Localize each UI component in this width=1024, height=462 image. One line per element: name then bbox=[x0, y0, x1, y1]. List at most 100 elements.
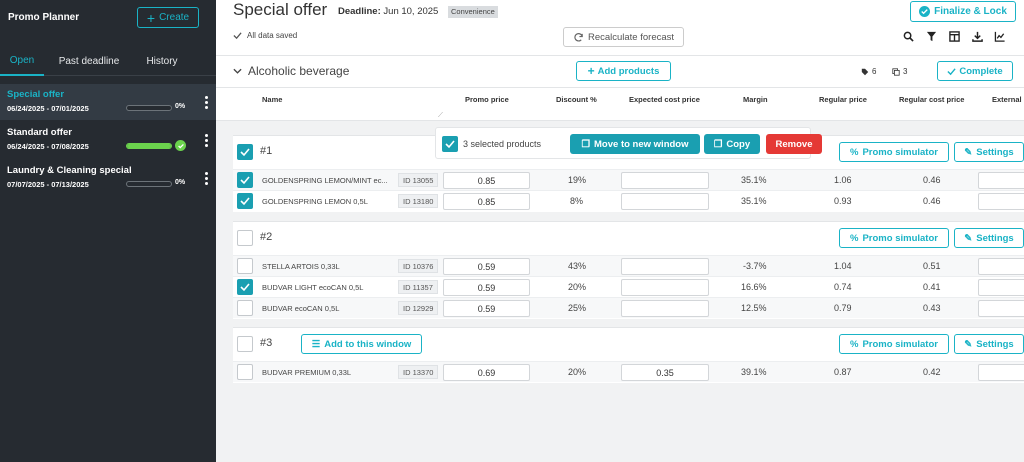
column-header-promo-price[interactable]: Promo price bbox=[465, 95, 509, 104]
expected-cost-input[interactable] bbox=[621, 258, 709, 275]
promo-item[interactable]: Laundry & Cleaning special 07/07/2025 - … bbox=[0, 160, 216, 196]
tab-open[interactable]: Open bbox=[0, 46, 44, 76]
settings-button[interactable]: ✎ Settings bbox=[954, 334, 1024, 354]
product-id: ID 10376 bbox=[398, 259, 439, 273]
create-button[interactable]: + Create bbox=[137, 7, 199, 28]
app-title: Promo Planner bbox=[8, 12, 80, 23]
copy-label: Copy bbox=[726, 138, 751, 150]
expected-cost-input[interactable] bbox=[621, 279, 709, 296]
promo-simulator-button[interactable]: % Promo simulator bbox=[839, 142, 949, 162]
settings-button[interactable]: ✎ Settings bbox=[954, 228, 1024, 248]
complete-button[interactable]: Complete bbox=[937, 61, 1013, 81]
check-circle-icon bbox=[919, 6, 931, 17]
add-products-button[interactable]: + Add products bbox=[576, 61, 671, 81]
section-toggle[interactable]: Alcoholic beverage bbox=[233, 64, 349, 78]
settings-button[interactable]: ✎ Settings bbox=[954, 142, 1024, 162]
more-options-icon[interactable] bbox=[205, 134, 209, 147]
deadline: Deadline: Jun 10, 2025 bbox=[338, 6, 438, 17]
promo-dates: 06/24/2025 - 07/01/2025 bbox=[7, 104, 89, 113]
external-input[interactable] bbox=[978, 172, 1024, 189]
discount-value: 20% bbox=[568, 367, 587, 377]
expected-cost-input[interactable] bbox=[621, 172, 709, 189]
promo-item[interactable]: Standard offer 06/24/2025 - 07/08/2025 bbox=[0, 122, 216, 158]
promo-price-input[interactable]: 0.59 bbox=[443, 258, 530, 275]
tab-past-deadline[interactable]: Past deadline bbox=[44, 46, 134, 76]
product-name: BUDVAR LIGHT ecoCAN 0,5L bbox=[262, 283, 364, 292]
promo-price-input[interactable]: 0.85 bbox=[443, 172, 530, 189]
product-id: ID 13055 bbox=[398, 173, 439, 187]
selection-checkbox[interactable] bbox=[442, 136, 458, 152]
column-header-regular-price[interactable]: Regular price bbox=[819, 95, 867, 104]
column-header-margin[interactable]: Margin bbox=[743, 95, 768, 104]
tab-history[interactable]: History bbox=[134, 46, 190, 76]
more-options-icon[interactable] bbox=[205, 172, 209, 185]
progress-percent: 0% bbox=[175, 103, 186, 110]
remove-button[interactable]: Remove bbox=[766, 134, 822, 154]
row-checkbox[interactable] bbox=[237, 193, 253, 209]
copy-icon: ❐ bbox=[713, 138, 723, 150]
column-header-external[interactable]: External bbox=[992, 95, 1022, 104]
search-icon[interactable] bbox=[902, 30, 914, 42]
chevron-down-icon bbox=[233, 68, 242, 74]
regular-cost-value: 0.43 bbox=[923, 303, 941, 313]
product-name: GOLDENSPRING LEMON 0,5L bbox=[262, 197, 368, 206]
promo-dates: 07/07/2025 - 07/13/2025 bbox=[7, 180, 89, 189]
row-checkbox[interactable] bbox=[237, 364, 253, 380]
row-checkbox[interactable] bbox=[237, 172, 253, 188]
promo-simulator-label: Promo simulator bbox=[862, 338, 938, 350]
column-header-expected-cost[interactable]: Expected cost price bbox=[629, 95, 700, 104]
regular-price-value: 1.06 bbox=[834, 175, 852, 185]
column-header-regular-cost[interactable]: Regular cost price bbox=[899, 95, 964, 104]
margin-value: -3.7% bbox=[743, 261, 767, 271]
external-input[interactable] bbox=[978, 258, 1024, 275]
promo-price-input[interactable]: 0.69 bbox=[443, 364, 530, 381]
finalize-lock-button[interactable]: Finalize & Lock bbox=[910, 1, 1016, 22]
row-checkbox[interactable] bbox=[237, 258, 253, 274]
expected-cost-input[interactable]: 0.35 bbox=[621, 364, 709, 381]
chart-icon[interactable] bbox=[994, 30, 1006, 42]
add-to-window-button[interactable]: ☰ Add to this window bbox=[301, 334, 422, 354]
columns-icon[interactable] bbox=[948, 30, 960, 42]
external-input[interactable] bbox=[978, 364, 1024, 381]
expected-cost-input[interactable] bbox=[621, 300, 709, 317]
more-options-icon[interactable] bbox=[205, 96, 209, 109]
window-checkbox[interactable] bbox=[237, 144, 253, 160]
regular-price-value: 0.79 bbox=[834, 303, 852, 313]
deadline-label: Deadline: bbox=[338, 6, 381, 17]
promo-simulator-button[interactable]: % Promo simulator bbox=[839, 334, 949, 354]
filter-icon[interactable] bbox=[925, 30, 937, 42]
download-icon[interactable] bbox=[971, 30, 983, 42]
promo-price-input[interactable]: 0.85 bbox=[443, 193, 530, 210]
move-to-new-window-button[interactable]: ❐ Move to new window bbox=[570, 134, 700, 154]
save-status-text: All data saved bbox=[247, 31, 298, 40]
add-products-label: Add products bbox=[597, 65, 660, 77]
promo-price-input[interactable]: 0.59 bbox=[443, 279, 530, 296]
window-header: #3 ☰ Add to this window % Promo simulator … bbox=[233, 328, 1024, 360]
table-row: STELLA ARTOIS 0,33L ID 10376 0.59 43% -3… bbox=[233, 255, 1024, 276]
promo-simulator-label: Promo simulator bbox=[862, 146, 938, 158]
promo-item[interactable]: Special offer 06/24/2025 - 07/01/2025 0% bbox=[0, 84, 216, 120]
external-input[interactable] bbox=[978, 193, 1024, 210]
recalculate-forecast-button[interactable]: Recalculate forecast bbox=[563, 27, 684, 47]
column-header-name[interactable]: Name bbox=[262, 95, 282, 104]
row-checkbox[interactable] bbox=[237, 300, 253, 316]
window-checkbox[interactable] bbox=[237, 230, 253, 246]
progress-bar bbox=[126, 181, 172, 187]
copy-icon bbox=[892, 67, 900, 76]
external-input[interactable] bbox=[978, 279, 1024, 296]
copy-button[interactable]: ❐ Copy bbox=[704, 134, 760, 154]
promo-simulator-button[interactable]: % Promo simulator bbox=[839, 228, 949, 248]
pencil-icon: ✎ bbox=[964, 146, 973, 158]
window-checkbox[interactable] bbox=[237, 336, 253, 352]
category-tag: Convenience bbox=[448, 6, 498, 18]
expected-cost-input[interactable] bbox=[621, 193, 709, 210]
column-resize-handle[interactable]: ⟋ bbox=[438, 112, 443, 120]
row-checkbox[interactable] bbox=[237, 279, 253, 295]
window-number: #1 bbox=[260, 145, 273, 157]
column-header-discount[interactable]: Discount % bbox=[556, 95, 597, 104]
promo-price-input[interactable]: 0.59 bbox=[443, 300, 530, 317]
table-row: BUDVAR PREMIUM 0,33L ID 13370 0.69 20% 0… bbox=[233, 361, 1024, 382]
section-title: Alcoholic beverage bbox=[248, 64, 350, 78]
external-input[interactable] bbox=[978, 300, 1024, 317]
regular-price-value: 0.87 bbox=[834, 367, 852, 377]
